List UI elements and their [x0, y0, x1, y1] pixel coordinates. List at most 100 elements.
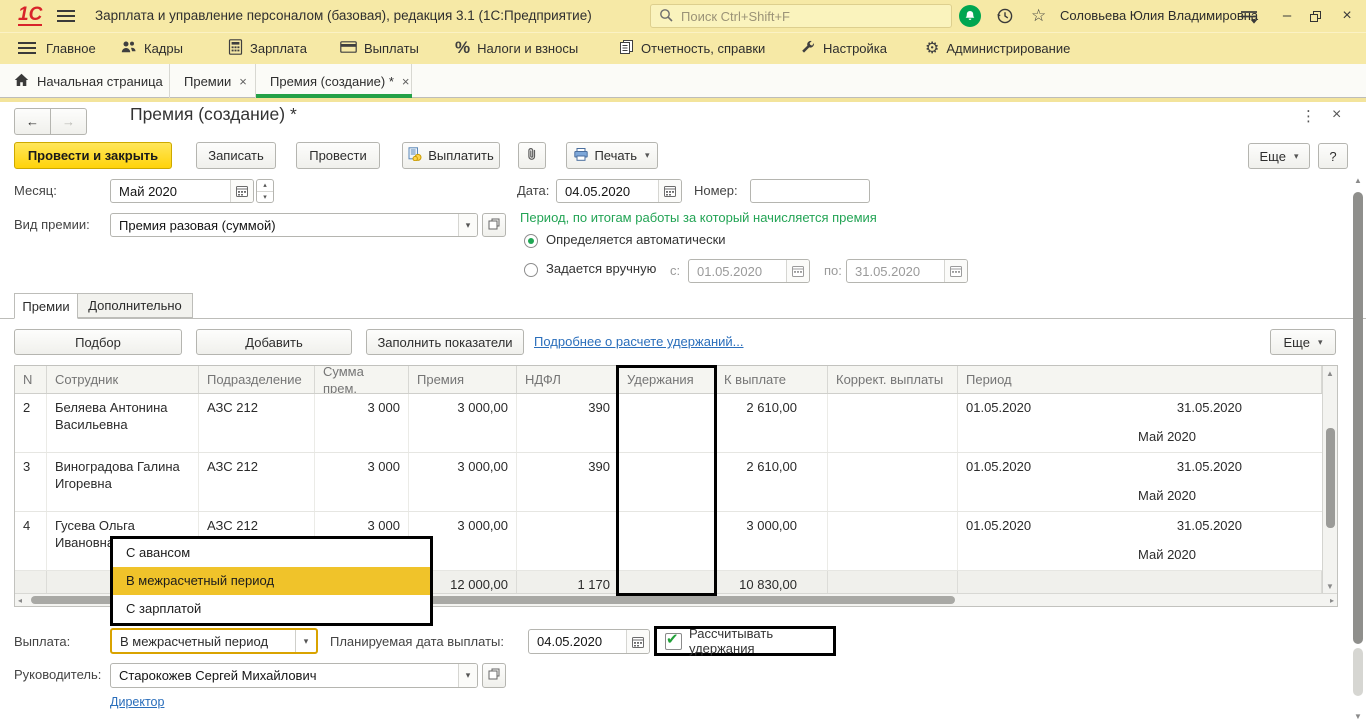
- pay-button[interactable]: Выплатить: [402, 142, 500, 169]
- calendar-icon[interactable]: [626, 630, 649, 653]
- add-button[interactable]: Добавить: [196, 329, 352, 355]
- forward-icon[interactable]: →: [51, 108, 87, 135]
- dropdown-item-interpay[interactable]: В межрасчетный период: [113, 567, 430, 595]
- fill-indicators-button[interactable]: Заполнить показатели: [366, 329, 524, 355]
- search-input[interactable]: [679, 8, 943, 25]
- scroll-up-icon[interactable]: ▲: [1352, 176, 1364, 186]
- scrollbar-thumb[interactable]: [1353, 192, 1363, 644]
- report-icon: [618, 39, 634, 58]
- attachments-button[interactable]: [518, 142, 546, 169]
- calc-withholdings-label[interactable]: Рассчитывать удержания: [689, 626, 833, 656]
- menu-item-salary[interactable]: Зарплата: [228, 32, 307, 64]
- col-correction[interactable]: Коррект. выплаты: [828, 366, 958, 393]
- global-search[interactable]: [650, 4, 952, 28]
- tab-bonuses-list[interactable]: Премии×: [170, 64, 256, 98]
- number-field[interactable]: [750, 179, 870, 203]
- dropdown-item-with-salary[interactable]: С зарплатой: [113, 595, 430, 623]
- col-period[interactable]: Период: [958, 366, 1322, 393]
- pick-button[interactable]: Подбор: [14, 329, 182, 355]
- scrollbar-thumb[interactable]: [1326, 428, 1335, 528]
- spinner-up-icon[interactable]: ▴: [257, 180, 273, 191]
- table-row[interactable]: 2 Беляева Антонина Васильевна АЗС 212 3 …: [15, 394, 1322, 453]
- scroll-down-icon[interactable]: ▼: [1352, 712, 1364, 722]
- period-from-field[interactable]: 01.05.2020: [688, 259, 810, 283]
- form-close-icon[interactable]: ×: [1332, 106, 1341, 124]
- col-amount[interactable]: Сумма прем.: [315, 366, 409, 393]
- planned-date-field[interactable]: 04.05.2020: [528, 629, 650, 654]
- back-icon[interactable]: ←: [14, 108, 51, 135]
- form-more-dots-icon[interactable]: ⋮: [1301, 107, 1316, 125]
- print-button[interactable]: Печать▾: [566, 142, 658, 169]
- calendar-icon[interactable]: [944, 260, 967, 282]
- col-department[interactable]: Подразделение: [199, 366, 315, 393]
- minimize-icon[interactable]: –: [1278, 0, 1296, 32]
- table-row[interactable]: 3 Виноградова Галина Игоревна АЗС 212 3 …: [15, 453, 1322, 512]
- scroll-down-icon[interactable]: ▼: [1323, 582, 1337, 592]
- menu-item-reports[interactable]: Отчетность, справки: [618, 32, 765, 64]
- col-bonus[interactable]: Премия: [409, 366, 517, 393]
- calendar-icon[interactable]: [658, 180, 681, 202]
- chevron-down-icon[interactable]: ▾: [458, 214, 477, 236]
- save-button[interactable]: Записать: [196, 142, 276, 169]
- radio-manual-period[interactable]: [524, 263, 538, 277]
- dropdown-item-advance[interactable]: С авансом: [113, 539, 430, 567]
- chevron-down-icon[interactable]: ▾: [458, 664, 477, 687]
- spinner-down-icon[interactable]: ▾: [257, 191, 273, 203]
- favorites-star-icon[interactable]: ☆: [1031, 0, 1046, 32]
- service-menu-icon[interactable]: [1240, 10, 1258, 27]
- scroll-up-icon[interactable]: ▲: [1323, 369, 1337, 379]
- post-and-close-button[interactable]: Провести и закрыть: [14, 142, 172, 169]
- col-ndfl[interactable]: НДФЛ: [517, 366, 619, 393]
- scroll-left-icon[interactable]: ◂: [18, 596, 22, 606]
- calc-withholdings-checkbox[interactable]: ✔: [665, 633, 682, 650]
- radio-auto-period[interactable]: [524, 234, 538, 248]
- radio-manual-period-label[interactable]: Задается вручную: [546, 261, 656, 276]
- calendar-icon[interactable]: [786, 260, 809, 282]
- scrollbar-track-segment[interactable]: [1353, 648, 1363, 696]
- tab-bonus-create[interactable]: Премия (создание) *×: [256, 64, 412, 98]
- current-user-name[interactable]: Соловьева Юлия Владимировна: [1060, 0, 1258, 32]
- tab-home[interactable]: Начальная страница: [0, 64, 170, 98]
- chevron-down-icon[interactable]: ▾: [295, 630, 316, 652]
- menu-item-taxes[interactable]: % Налоги и взносы: [455, 32, 578, 64]
- window-vertical-scrollbar[interactable]: ▲ ▼: [1352, 176, 1364, 722]
- tab-close-icon[interactable]: ×: [239, 74, 247, 89]
- col-employee[interactable]: Сотрудник: [47, 366, 199, 393]
- bonus-type-field[interactable]: Премия разовая (суммой) ▾: [110, 213, 478, 237]
- menu-item-payments[interactable]: Выплаты: [340, 32, 419, 64]
- menu-item-hr[interactable]: Кадры: [120, 32, 183, 64]
- tab-bonuses-page[interactable]: Премии: [14, 293, 78, 319]
- form-more-button[interactable]: Еще▾: [1248, 143, 1310, 169]
- sections-menu-icon[interactable]: [18, 32, 36, 64]
- col-n[interactable]: N: [15, 366, 47, 393]
- close-window-icon[interactable]: ×: [1338, 0, 1356, 32]
- main-menu-icon[interactable]: [57, 9, 75, 26]
- period-to-field[interactable]: 31.05.2020: [846, 259, 968, 283]
- help-button[interactable]: ?: [1318, 143, 1348, 169]
- table-more-button[interactable]: Еще▾: [1270, 329, 1336, 355]
- radio-auto-period-label[interactable]: Определяется автоматически: [546, 232, 726, 247]
- month-spinner[interactable]: ▴ ▾: [256, 179, 274, 203]
- post-button[interactable]: Провести: [296, 142, 380, 169]
- col-payout[interactable]: К выплате: [716, 366, 828, 393]
- open-bonus-type-button[interactable]: [482, 213, 506, 237]
- restore-window-icon[interactable]: [1310, 10, 1321, 25]
- manager-position-link[interactable]: Директор: [110, 695, 164, 709]
- manager-field[interactable]: Старокожев Сергей Михайлович ▾: [110, 663, 478, 688]
- notifications-bell-icon[interactable]: [959, 5, 981, 27]
- menu-item-main[interactable]: Главное: [46, 32, 96, 64]
- payment-combo[interactable]: В межрасчетный период ▾: [110, 628, 318, 654]
- calendar-icon[interactable]: [230, 180, 253, 202]
- date-field[interactable]: 04.05.2020: [556, 179, 682, 203]
- menu-item-settings[interactable]: Настройка: [800, 32, 887, 64]
- withholdings-details-link[interactable]: Подробнее о расчете удержаний...: [534, 334, 744, 349]
- history-icon[interactable]: [996, 7, 1014, 28]
- col-withholdings[interactable]: Удержания: [619, 366, 716, 393]
- table-vertical-scrollbar[interactable]: ▲ ▼: [1322, 366, 1337, 595]
- scroll-right-icon[interactable]: ▸: [1330, 596, 1334, 606]
- tab-close-icon[interactable]: ×: [402, 74, 410, 89]
- month-field[interactable]: Май 2020: [110, 179, 254, 203]
- open-manager-button[interactable]: [482, 663, 506, 688]
- tab-additional-page[interactable]: Дополнительно: [77, 293, 193, 318]
- menu-item-administration[interactable]: ⚙ Администрирование: [925, 32, 1070, 64]
